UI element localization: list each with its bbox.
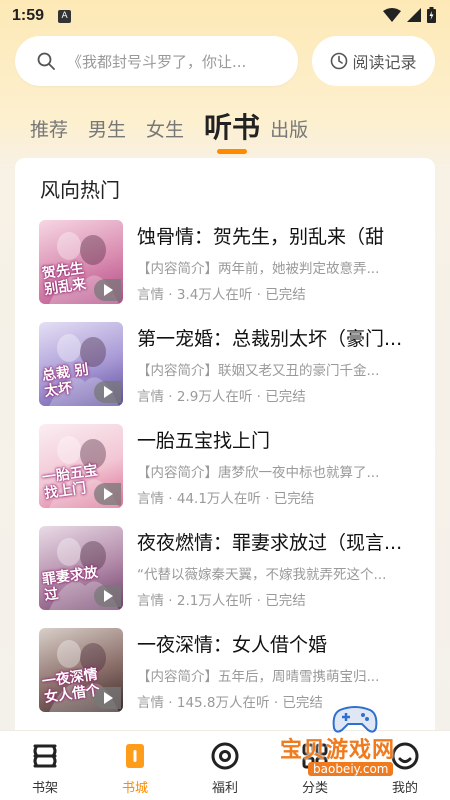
search-icon xyxy=(37,52,55,70)
signal-icon xyxy=(407,8,421,22)
bookshelf-icon xyxy=(30,741,60,771)
book-cover[interactable]: 罪妻求放过 xyxy=(39,526,123,610)
wifi-icon xyxy=(383,8,401,22)
book-item[interactable]: 罪妻求放过 夜夜燃情：罪妻求放过（现言... “代替以薇嫁秦天翼，不嫁我就弄死这个.… xyxy=(39,526,419,610)
book-intro: “代替以薇嫁秦天翼，不嫁我就弄死这个... xyxy=(137,567,387,583)
tab-female[interactable]: 女生 xyxy=(146,115,184,154)
book-title: 一夜深情：女人借个婚 xyxy=(137,634,328,656)
book-title: 蚀骨情：贺先生，别乱来（甜 xyxy=(137,226,385,248)
gamepad-logo-icon xyxy=(332,706,378,733)
tab-audiobook[interactable]: 听书 xyxy=(204,106,260,154)
clock-icon xyxy=(331,52,348,70)
active-tab-indicator xyxy=(217,149,248,154)
play-icon[interactable] xyxy=(94,585,121,607)
battery-icon xyxy=(427,7,436,23)
tab-recommend[interactable]: 推荐 xyxy=(30,115,68,154)
play-icon[interactable] xyxy=(94,687,121,709)
nav-welfare[interactable]: 福利 xyxy=(180,731,270,800)
watermark-text: 宝贝游戏网 xyxy=(280,738,396,763)
play-icon[interactable] xyxy=(94,381,121,403)
hot-section-card: 风向热门 贺先生 别乱来 蚀骨情：贺先生，别乱来（甜【内容简介】两年前，她被判定故… xyxy=(15,158,435,730)
tab-publishing[interactable]: 出版 xyxy=(270,115,308,154)
nav-bookstore-label: 书城 xyxy=(121,781,148,796)
category-tabs: 推荐 男生 女生 听书 出版 xyxy=(30,104,328,154)
search-input[interactable]: 《我都封号斗罗了，你让... xyxy=(15,36,298,86)
watermark: 宝贝游戏网 baobeiy.com xyxy=(270,700,430,785)
tab-audiobook-label: 听书 xyxy=(204,111,261,144)
notification-a-icon: A xyxy=(58,9,72,23)
search-placeholder: 《我都封号斗罗了，你让... xyxy=(67,52,247,71)
bookstore-icon xyxy=(120,741,150,771)
book-intro: 【内容简介】唐梦欣一夜中标也就算了... xyxy=(137,465,380,481)
section-title: 风向热门 xyxy=(40,178,120,202)
book-meta: 言情 · 2.1万人在听 · 已完结 xyxy=(137,593,306,609)
book-cover[interactable]: 总裁 别太坏 xyxy=(39,322,123,406)
book-title: 一胎五宝找上门 xyxy=(137,430,271,452)
reading-history-button[interactable]: 阅读记录 xyxy=(312,36,435,86)
book-intro: 【内容简介】五年后，周晴雪携萌宝归... xyxy=(137,669,380,685)
book-title: 第一宠婚：总裁别太坏（豪门... xyxy=(137,328,403,350)
book-meta: 言情 · 2.9万人在听 · 已完结 xyxy=(137,389,306,405)
book-item[interactable]: 一胎五宝 找上门 一胎五宝找上门【内容简介】唐梦欣一夜中标也就算了... 言情 · … xyxy=(39,424,419,508)
book-cover[interactable]: 贺先生 别乱来 xyxy=(39,220,123,304)
play-icon[interactable] xyxy=(94,483,121,505)
status-time: 1:59 xyxy=(12,7,45,24)
nav-bookshelf[interactable]: 书架 xyxy=(0,731,90,800)
book-cover[interactable]: 一夜深情 女人借个 xyxy=(39,628,123,712)
reading-history-label: 阅读记录 xyxy=(352,53,417,72)
book-item[interactable]: 总裁 别太坏 第一宠婚：总裁别太坏（豪门... 【内容简介】联姻又老又丑的豪门千金.… xyxy=(39,322,419,406)
nav-bookstore[interactable]: 书城 xyxy=(90,731,180,800)
book-title: 夜夜燃情：罪妻求放过（现言... xyxy=(137,532,403,554)
book-item[interactable]: 贺先生 别乱来 蚀骨情：贺先生，别乱来（甜【内容简介】两年前，她被判定故意弄...… xyxy=(39,220,419,304)
play-icon[interactable] xyxy=(94,279,121,301)
nav-bookshelf-label: 书架 xyxy=(31,781,58,796)
book-intro: 【内容简介】两年前，她被判定故意弄... xyxy=(137,261,380,277)
welfare-icon xyxy=(210,741,240,771)
search-row: 《我都封号斗罗了，你让... 阅读记录 xyxy=(15,36,435,86)
book-item[interactable]: 一夜深情 女人借个 一夜深情：女人借个婚 【内容简介】五年后，周晴雪携萌宝归... 言… xyxy=(39,628,419,712)
tab-male[interactable]: 男生 xyxy=(88,115,126,154)
nav-welfare-label: 福利 xyxy=(211,781,238,796)
book-cover[interactable]: 一胎五宝 找上门 xyxy=(39,424,123,508)
book-intro: 【内容简介】联姻又老又丑的豪门千金... xyxy=(137,363,380,379)
status-bar: 1:59 A xyxy=(0,0,450,32)
status-icons xyxy=(383,7,436,23)
book-meta: 言情 · 3.4万人在听 · 已完结 xyxy=(137,287,306,303)
book-meta: 言情 · 44.1万人在听 · 已完结 xyxy=(137,491,315,507)
watermark-url: baobeiy.com xyxy=(308,762,394,776)
